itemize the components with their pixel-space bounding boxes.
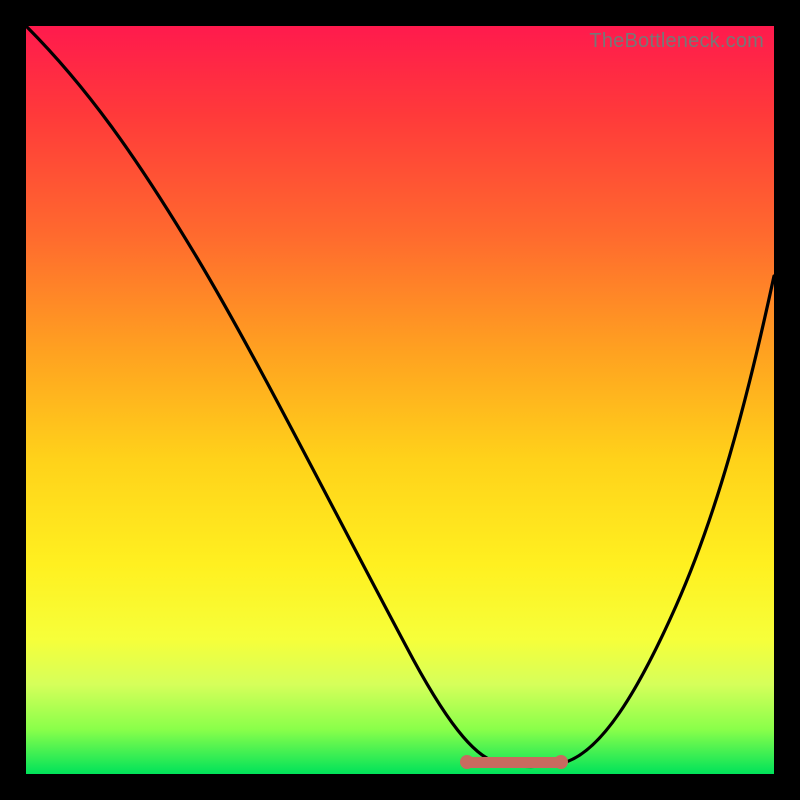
chart-frame: TheBottleneck.com bbox=[0, 0, 800, 800]
bottleneck-curve bbox=[26, 26, 774, 774]
curve-path bbox=[26, 26, 774, 767]
plot-area: TheBottleneck.com bbox=[26, 26, 774, 774]
optimal-range-marker bbox=[464, 757, 564, 768]
